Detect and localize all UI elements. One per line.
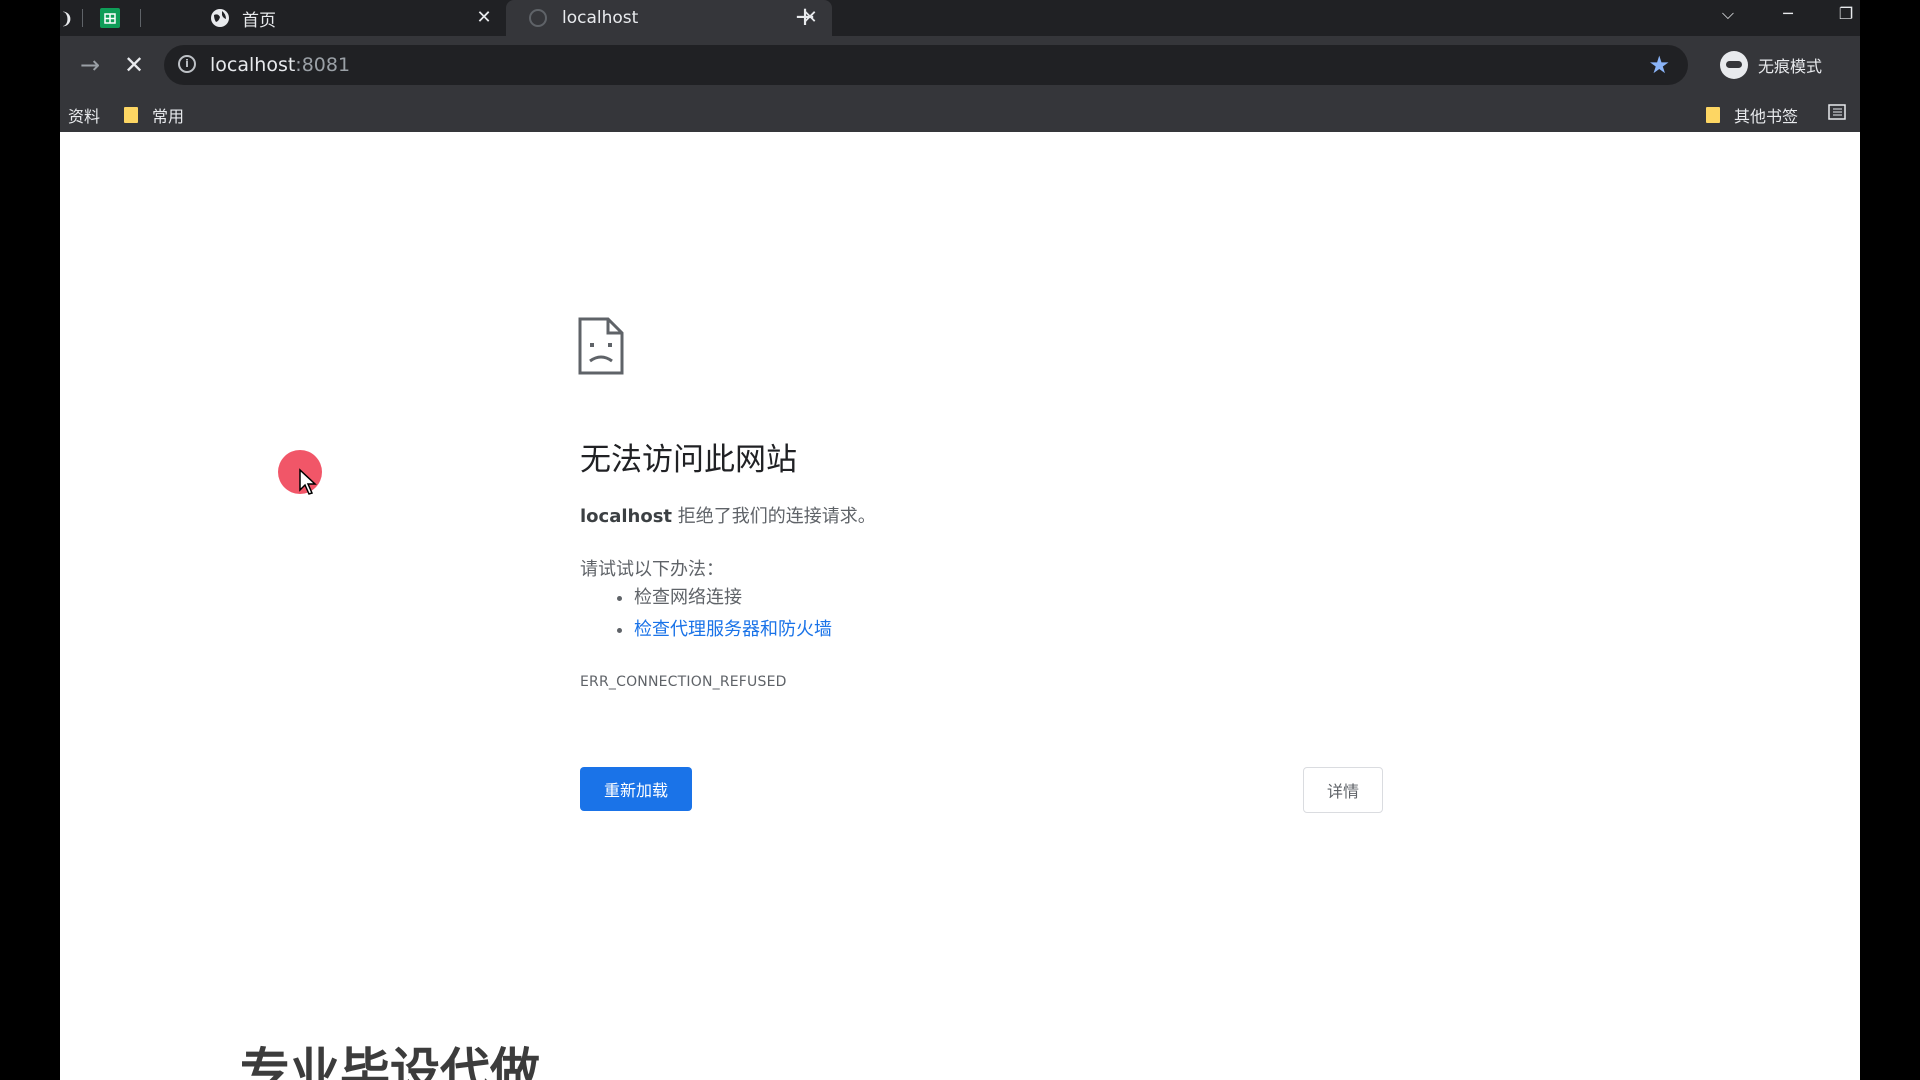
info-icon[interactable]: i [178, 55, 196, 73]
suggestion-item: 检查网络连接 [634, 582, 832, 614]
error-message-text: 拒绝了我们的连接请求。 [672, 506, 876, 527]
other-bookmarks-folder[interactable]: 其他书签 [1706, 103, 1798, 127]
tab-separator [140, 9, 141, 27]
restore-icon[interactable]: ❐ [1826, 0, 1860, 32]
details-button[interactable]: 详情 [1303, 767, 1383, 813]
tab-localhost[interactable]: localhost ✕ [506, 0, 832, 36]
suggestion-list: 检查网络连接 检查代理服务器和防火墙 [580, 582, 832, 646]
tab-home[interactable]: 首页 ✕ [148, 0, 506, 36]
error-host: localhost [580, 506, 673, 527]
suggestion-item: 检查代理服务器和防火墙 [634, 614, 832, 646]
close-icon[interactable]: ✕ [474, 8, 494, 28]
partial-tab-icon: ❩ [60, 8, 74, 28]
try-label: 请试试以下办法： [580, 559, 724, 580]
folder-icon [124, 107, 138, 123]
tab-localhost-label: localhost [562, 8, 639, 28]
loading-icon [528, 8, 548, 28]
error-code: ERR_CONNECTION_REFUSED [580, 674, 787, 690]
tab-strip: ❩ 首页 ✕ localhost ✕ + ⌵ ─ ❐ [60, 0, 1860, 36]
bookmark-label: 资料 [68, 107, 101, 126]
partial-tab[interactable]: ❩ [60, 0, 80, 36]
incognito-icon [1720, 51, 1748, 79]
bookmark-item[interactable]: 资料 [68, 103, 100, 127]
url-port: :8081 [295, 54, 351, 76]
page-content: 无法访问此网站 localhost 拒绝了我们的连接请求。 请试试以下办法： 检… [60, 132, 1860, 1080]
toolbar: → ✕ i localhost:8081 ★ 无痕模式 [60, 36, 1860, 94]
bookmarks-bar: 资料 常用 其他书签 [60, 94, 1860, 132]
stop-icon[interactable]: ✕ [118, 49, 150, 81]
tab-home-label: 首页 [242, 10, 276, 31]
globe-icon [210, 8, 230, 28]
error-title: 无法访问此网站 [580, 442, 797, 478]
reload-button[interactable]: 重新加载 [580, 767, 692, 811]
incognito-profile-button[interactable]: 无痕模式 [1720, 44, 1822, 86]
minimize-icon[interactable]: ─ [1768, 0, 1808, 32]
url-host: localhost [210, 54, 296, 76]
error-message: localhost 拒绝了我们的连接请求。 [580, 502, 876, 528]
bookmark-label: 其他书签 [1734, 107, 1799, 126]
suggestion-check-proxy-link[interactable]: 检查代理服务器和防火墙 [634, 619, 832, 640]
mouse-pointer-icon [299, 468, 317, 495]
sad-document-icon [578, 317, 624, 375]
folder-icon [1706, 107, 1720, 123]
suggestion-check-network: 检查网络连接 [634, 587, 742, 608]
new-tab-button[interactable]: + [790, 3, 820, 33]
incognito-label: 无痕模式 [1758, 57, 1823, 76]
tab-separator [82, 9, 83, 27]
browser-window: ❩ 首页 ✕ localhost ✕ + ⌵ ─ ❐ → ✕ i localho… [60, 0, 1860, 1080]
background-overlay-text: 专业毕设代做 [240, 1043, 540, 1080]
url-text[interactable]: localhost:8081 [210, 54, 350, 76]
sheets-icon [100, 8, 120, 28]
reading-list-icon[interactable] [1828, 103, 1846, 121]
tab-search-icon[interactable]: ⌵ [1708, 0, 1748, 32]
bookmark-folder[interactable]: 常用 [124, 103, 184, 127]
tab-sheets[interactable] [90, 0, 130, 36]
bookmark-label: 常用 [152, 107, 185, 126]
address-bar[interactable]: i localhost:8081 ★ [164, 45, 1688, 85]
bookmark-star-icon[interactable]: ★ [1648, 51, 1670, 79]
forward-icon[interactable]: → [74, 49, 106, 81]
